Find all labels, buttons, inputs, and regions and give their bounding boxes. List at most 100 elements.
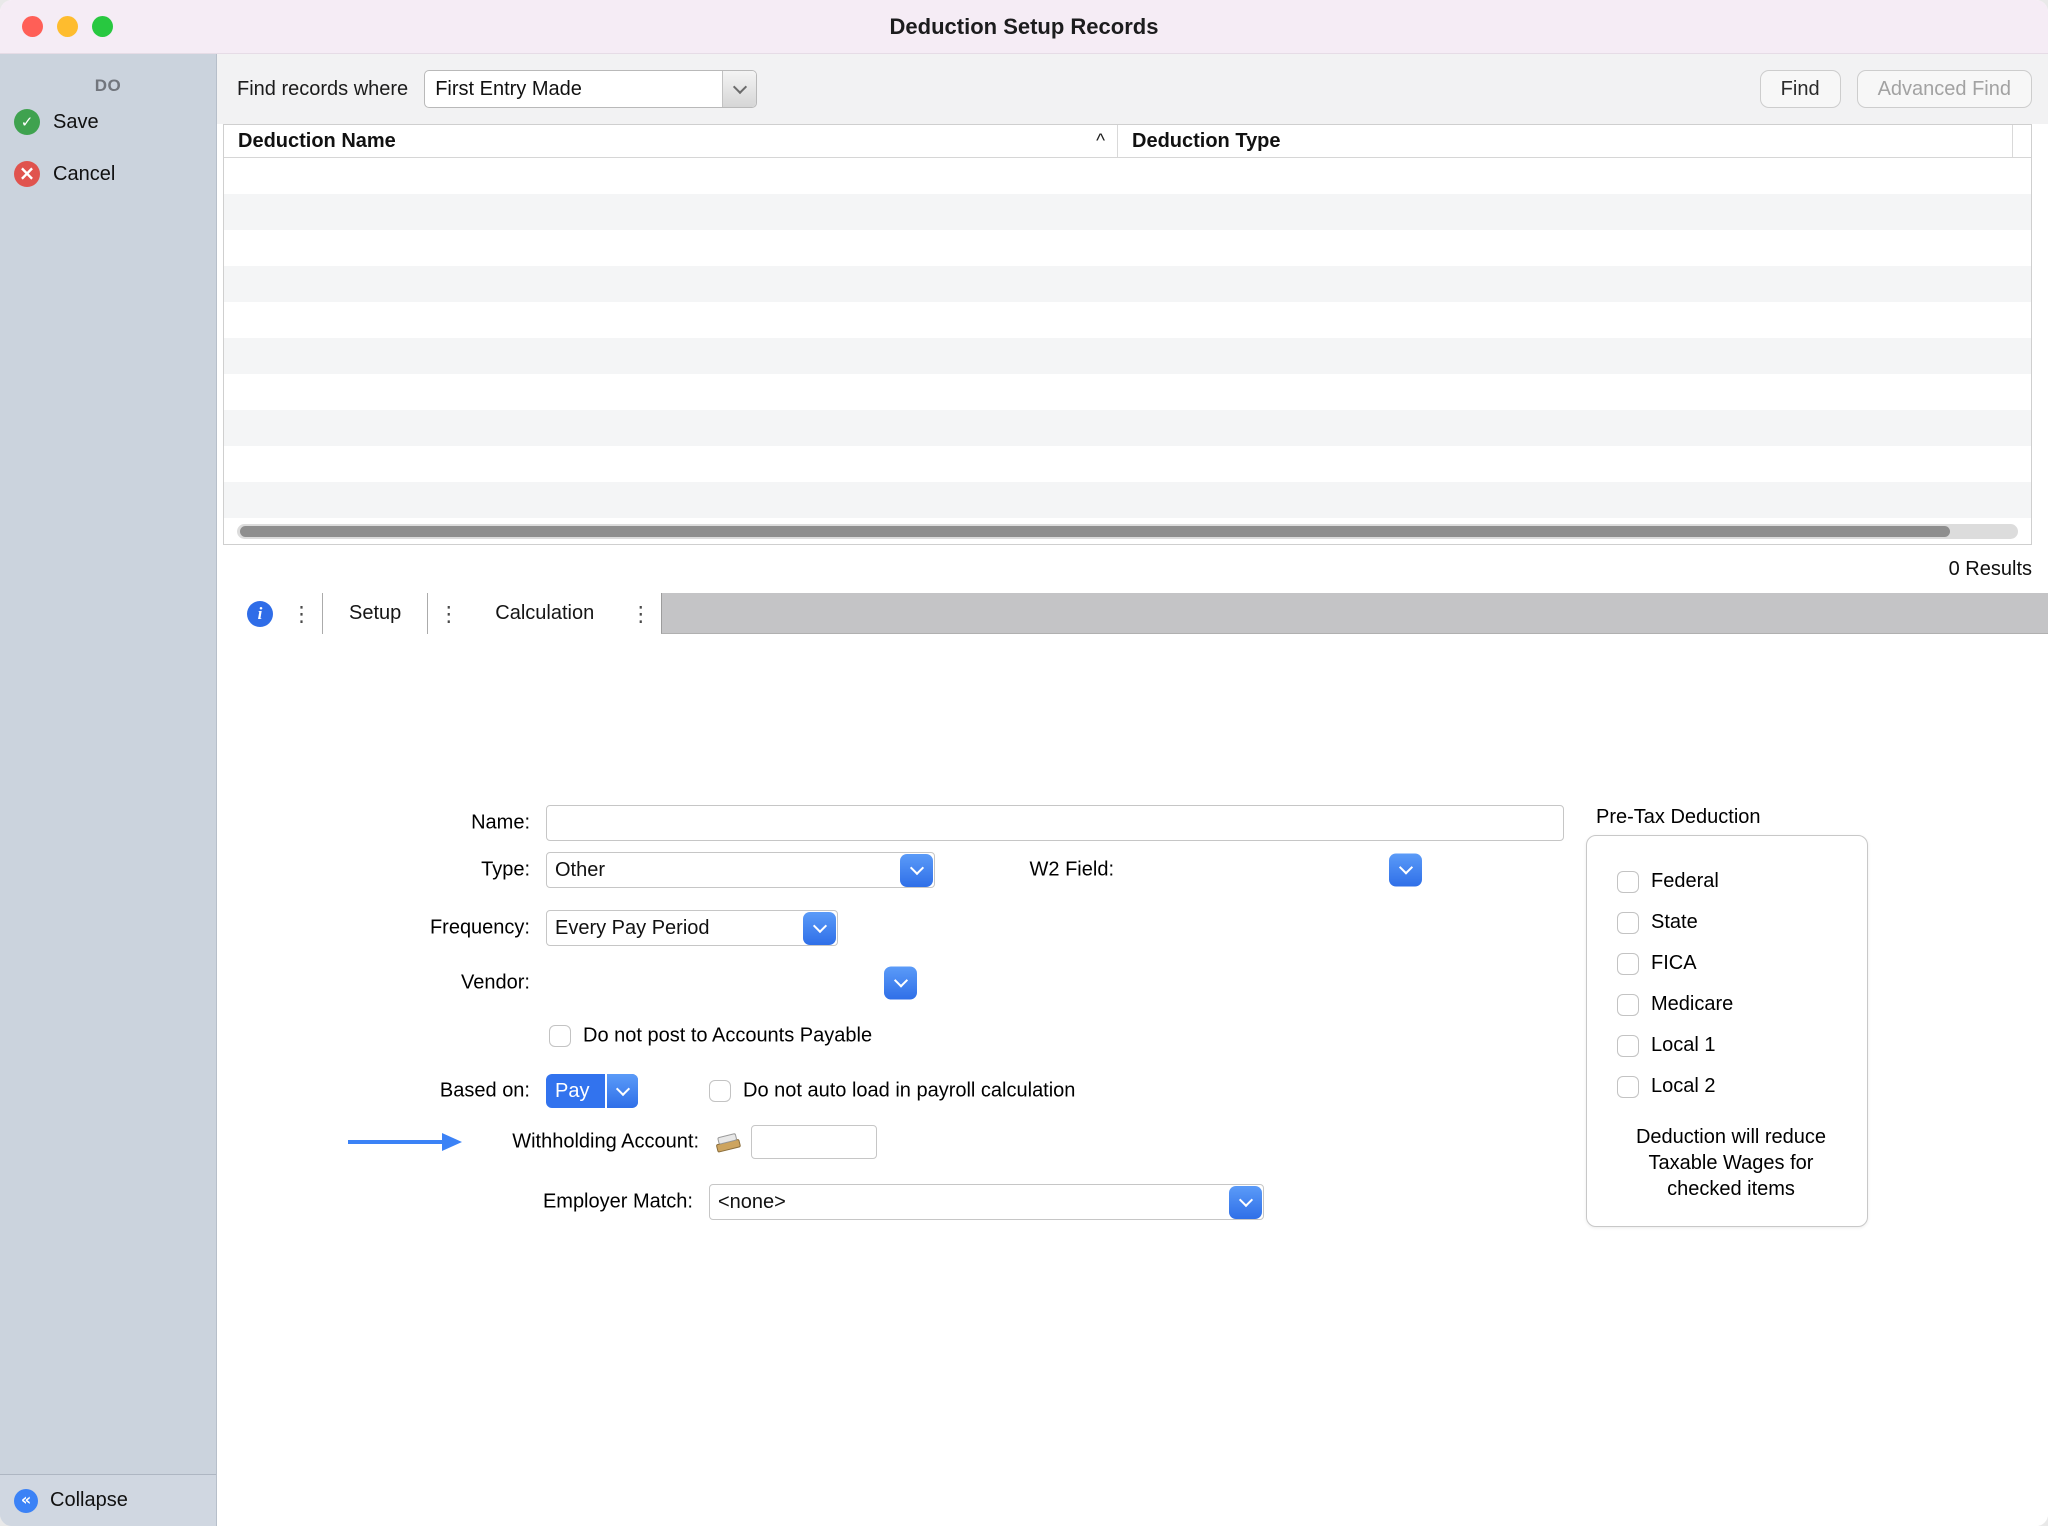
column-header-spare <box>2013 125 2031 157</box>
drag-handle-icon <box>620 593 661 634</box>
sidebar-item-cancel[interactable]: Cancel <box>0 148 216 200</box>
withholding-account-input[interactable] <box>751 1125 877 1159</box>
tab-calculation[interactable]: Calculation <box>469 593 620 634</box>
checkbox-do-not-auto-load[interactable] <box>709 1080 731 1102</box>
advanced-find-button[interactable]: Advanced Find <box>1857 70 2032 108</box>
find-field-value: First Entry Made <box>435 78 582 101</box>
find-button[interactable]: Find <box>1760 70 1841 108</box>
name-label: Name: <box>217 812 530 835</box>
type-label: Type: <box>217 859 530 882</box>
cancel-label: Cancel <box>53 163 115 186</box>
employer-match-label: Employer Match: <box>217 1191 693 1214</box>
do-not-auto-load-label: Do not auto load in payroll calculation <box>743 1080 1075 1103</box>
horizontal-scrollbar-thumb[interactable] <box>240 526 1950 537</box>
window-title: Deduction Setup Records <box>890 14 1159 40</box>
w2-field-label: W2 Field: <box>917 859 1114 882</box>
deduction-type-header-label: Deduction Type <box>1132 130 1281 153</box>
employer-match-select-value: <none> <box>718 1191 786 1214</box>
chevron-down-icon <box>733 79 747 93</box>
chevron-down-icon <box>893 973 907 987</box>
sidebar-header: DO <box>0 76 216 96</box>
chevron-down-icon <box>616 1081 630 1095</box>
tab-strip-filler <box>661 593 2048 634</box>
cancel-x-icon <box>14 161 40 187</box>
drag-handle-icon <box>281 593 322 634</box>
find-bar: Find records where First Entry Made Find… <box>217 54 2048 124</box>
app-window: Deduction Setup Records DO Save Cancel C… <box>0 0 2048 1526</box>
based-on-select[interactable]: Pay <box>546 1074 638 1108</box>
tab-calculation-label: Calculation <box>495 602 594 625</box>
fica-label: FICA <box>1651 952 1697 975</box>
results-table: Deduction Name Deduction Type <box>223 124 2032 545</box>
federal-label: Federal <box>1651 870 1719 893</box>
frequency-select[interactable]: Every Pay Period <box>546 910 838 946</box>
pretax-panel: Federal State FICA Medicare <box>1586 835 1868 1227</box>
table-body-empty <box>224 158 2031 518</box>
collapse-chevrons-icon <box>14 1489 38 1513</box>
based-on-select-value: Pay <box>546 1074 605 1108</box>
save-check-icon <box>14 109 40 135</box>
pretax-title: Pre-Tax Deduction <box>1596 806 1761 829</box>
deduction-name-header-label: Deduction Name <box>238 130 396 153</box>
checkbox-federal[interactable] <box>1617 871 1639 893</box>
based-on-label: Based on: <box>217 1080 530 1103</box>
collapse-label: Collapse <box>50 1489 128 1512</box>
chevron-down-icon <box>1238 1193 1252 1207</box>
based-on-dropdown-button[interactable] <box>605 1074 638 1108</box>
column-header-deduction-type[interactable]: Deduction Type <box>1118 125 2013 157</box>
chevron-down-icon <box>812 919 826 933</box>
type-select[interactable]: Other <box>546 852 935 888</box>
state-label: State <box>1651 911 1698 934</box>
close-button[interactable] <box>22 16 43 37</box>
ledger-books-icon[interactable] <box>713 1130 743 1154</box>
save-label: Save <box>53 111 99 134</box>
find-field-dropdown-button[interactable] <box>722 71 756 107</box>
tab-setup-label: Setup <box>349 602 401 625</box>
find-records-where-label: Find records where <box>237 78 408 101</box>
minimize-button[interactable] <box>57 16 78 37</box>
checkbox-local-2[interactable] <box>1617 1076 1639 1098</box>
sort-ascending-icon <box>1096 130 1105 153</box>
type-select-value: Other <box>555 859 605 882</box>
withholding-account-label: Withholding Account: <box>217 1131 699 1154</box>
local-2-label: Local 2 <box>1651 1075 1716 1098</box>
do-not-post-ap-label: Do not post to Accounts Payable <box>583 1025 872 1048</box>
zoom-button[interactable] <box>92 16 113 37</box>
frequency-select-dropdown-button[interactable] <box>803 912 836 945</box>
vendor-dropdown-button[interactable] <box>884 967 917 1000</box>
employer-match-dropdown-button[interactable] <box>1229 1186 1262 1219</box>
local-1-label: Local 1 <box>1651 1034 1716 1057</box>
medicare-label: Medicare <box>1651 993 1733 1016</box>
checkbox-local-1[interactable] <box>1617 1035 1639 1057</box>
checkbox-do-not-post-ap[interactable] <box>549 1025 571 1047</box>
setup-form: Name: Type: Other W2 Field: <box>217 634 2048 1526</box>
horizontal-scrollbar-track[interactable] <box>237 524 2018 539</box>
employer-match-select[interactable]: <none> <box>709 1184 1264 1220</box>
sidebar: DO Save Cancel Collapse <box>0 54 217 1526</box>
checkbox-medicare[interactable] <box>1617 994 1639 1016</box>
table-header: Deduction Name Deduction Type <box>224 125 2031 158</box>
frequency-select-value: Every Pay Period <box>555 917 710 940</box>
pretax-note: Deduction will reduce Taxable Wages for … <box>1624 1124 1838 1202</box>
name-input[interactable] <box>546 805 1564 841</box>
drag-handle-icon <box>428 593 469 634</box>
sidebar-item-save[interactable]: Save <box>0 96 216 148</box>
tab-strip: Setup Calculation <box>217 593 2048 634</box>
checkbox-state[interactable] <box>1617 912 1639 934</box>
info-button[interactable] <box>217 593 281 634</box>
vendor-label: Vendor: <box>217 972 530 995</box>
chevron-down-icon <box>1398 860 1412 874</box>
find-field-selector[interactable]: First Entry Made <box>424 70 757 108</box>
frequency-label: Frequency: <box>217 917 530 940</box>
results-count: 0 Results <box>217 545 2048 593</box>
title-bar: Deduction Setup Records <box>0 0 2048 54</box>
main-panel: Find records where First Entry Made Find… <box>217 54 2048 1526</box>
traffic-lights <box>22 0 113 53</box>
tab-setup[interactable]: Setup <box>322 593 428 634</box>
info-icon <box>247 601 273 627</box>
collapse-button[interactable]: Collapse <box>0 1474 216 1526</box>
horizontal-scrollbar[interactable] <box>224 518 2031 544</box>
checkbox-fica[interactable] <box>1617 953 1639 975</box>
column-header-deduction-name[interactable]: Deduction Name <box>224 125 1118 157</box>
w2-field-dropdown-button[interactable] <box>1389 854 1422 887</box>
